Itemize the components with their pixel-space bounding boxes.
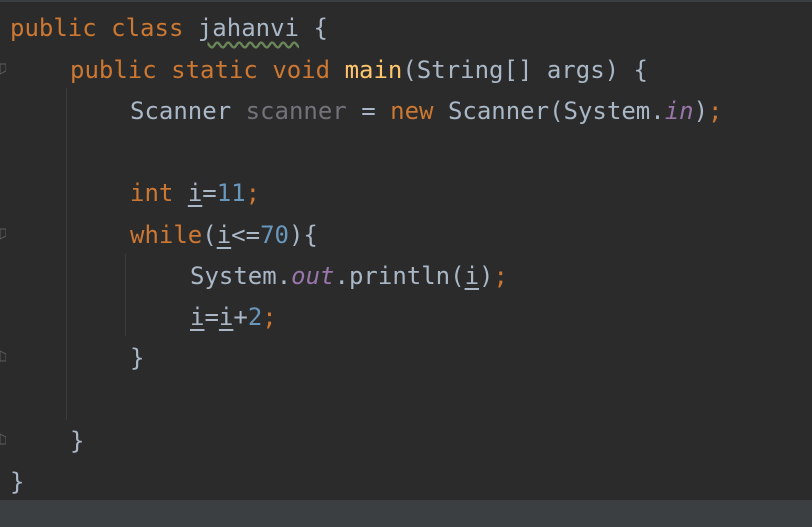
fold-icon[interactable]	[0, 228, 6, 240]
brace: }	[70, 427, 85, 455]
keyword: new	[390, 97, 434, 125]
code-line-2[interactable]: public static void main(String[] args) {	[70, 54, 648, 86]
editor-bottom-bar	[0, 500, 812, 527]
fold-icon[interactable]	[0, 350, 6, 362]
operator: <=	[231, 221, 261, 249]
indent-guide	[125, 254, 126, 336]
semicolon: ;	[262, 303, 277, 331]
code-line-5[interactable]: int i=11;	[130, 177, 260, 209]
fold-icon[interactable]	[0, 433, 6, 445]
keyword: void	[272, 56, 331, 84]
keyword: while	[130, 221, 203, 249]
semicolon: ;	[493, 262, 508, 290]
keyword: public	[10, 14, 97, 42]
method-params: (String[] args) {	[402, 56, 648, 84]
paren: )	[693, 97, 709, 125]
class-ref: System.	[190, 262, 292, 290]
code-line-6[interactable]: while(i<=70){	[130, 219, 318, 251]
operator: +	[233, 303, 248, 331]
brace: {	[313, 14, 328, 42]
code-line-8[interactable]: i=i+2;	[190, 301, 277, 333]
operator: =	[346, 97, 391, 125]
fold-icon[interactable]	[0, 63, 6, 75]
variable: i	[190, 303, 205, 331]
brace: }	[10, 468, 25, 496]
number-literal: 70	[260, 221, 289, 249]
operator: =	[204, 303, 219, 331]
keyword: public	[70, 56, 157, 84]
code-editor[interactable]: public class jahanvi { public static voi…	[0, 0, 812, 500]
static-field: out	[291, 262, 335, 290]
operator: =	[202, 179, 217, 207]
paren: (	[202, 221, 217, 249]
semicolon: ;	[245, 179, 261, 207]
indent-guide	[66, 88, 67, 420]
keyword: class	[111, 14, 184, 42]
paren-brace: ){	[288, 221, 318, 249]
static-field: in	[664, 97, 694, 125]
brace: }	[130, 344, 145, 372]
code-line-12[interactable]: }	[10, 466, 24, 498]
code-line-11[interactable]: }	[70, 425, 84, 457]
keyword: static	[171, 56, 258, 84]
method-name: main	[344, 56, 403, 84]
variable: i	[216, 221, 232, 249]
type-name: Scanner	[130, 97, 232, 125]
number-literal: 2	[247, 303, 263, 331]
keyword: int	[130, 179, 174, 207]
paren: )	[479, 262, 494, 290]
code-line-9[interactable]: }	[130, 342, 144, 374]
variable: i	[218, 303, 234, 331]
variable-unused: scanner	[245, 97, 347, 125]
variable: i	[187, 179, 203, 207]
method-call: .println(	[334, 262, 465, 290]
number-literal: 11	[216, 179, 246, 207]
constructor-call: Scanner(System.	[447, 97, 665, 125]
code-line-3[interactable]: Scanner scanner = new Scanner(System.in)…	[130, 95, 723, 127]
variable: i	[464, 262, 480, 290]
class-name: jahanvi	[197, 14, 300, 42]
code-line-7[interactable]: System.out.println(i);	[190, 260, 508, 292]
semicolon: ;	[708, 97, 723, 125]
code-line-1[interactable]: public class jahanvi {	[10, 12, 328, 44]
